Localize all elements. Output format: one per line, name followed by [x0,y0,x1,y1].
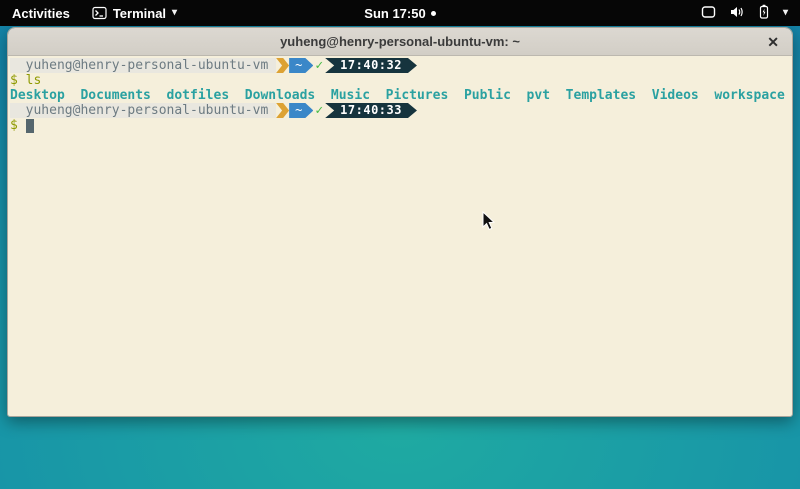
screen-icon [701,5,716,22]
powerline-directory-segment: ~ [289,103,313,118]
directory-item: Music [331,88,370,103]
window-titlebar[interactable]: yuheng@henry-personal-ubuntu-vm: ~ ✕ [8,28,792,56]
directory-listing: Desktop Documents dotfiles Downloads Music Pi… [10,88,790,103]
chevron-down-icon: ▾ [172,8,177,18]
directory-item: Pictures [386,88,449,103]
volume-icon [729,5,745,22]
activities-button[interactable]: Activities [0,0,82,26]
battery-icon [758,4,770,22]
directory-item: Videos [652,88,699,103]
prompt-line-1: yuheng@henry-personal-ubuntu-vm ~✓17:40:… [10,58,790,73]
directory-item: Public [464,88,511,103]
app-menu-label: Terminal [113,6,166,21]
terminal-window: yuheng@henry-personal-ubuntu-vm: ~ ✕ yuh… [7,27,793,417]
prompt-username: yuheng@henry-personal-ubuntu-vm [10,103,276,118]
app-menu[interactable]: Terminal ▾ [82,0,187,26]
system-status-area[interactable]: ▾ [689,0,800,26]
powerline-chevron-icon [276,58,289,73]
prompt-line-2: yuheng@henry-personal-ubuntu-vm ~✓17:40:… [10,103,790,118]
directory-item: dotfiles [167,88,230,103]
activities-label: Activities [12,6,70,21]
prompt-symbol: $ [10,118,26,133]
terminal-content[interactable]: yuheng@henry-personal-ubuntu-vm ~✓17:40:… [8,56,792,416]
desktop-background: Activities Terminal ▾ Sun 17:50 ▾ [0,0,800,489]
terminal-icon [92,6,107,20]
command-text: ls [26,73,42,88]
command-line: $ ls [10,73,790,88]
terminal-cursor [26,119,34,133]
close-icon[interactable]: ✕ [767,35,779,49]
powerline-chevron-icon [276,103,289,118]
powerline-time-segment: 17:40:33 [325,103,417,118]
cursor-line: $ [10,118,790,133]
directory-item: Documents [80,88,150,103]
directory-item: Downloads [245,88,315,103]
top-bar: Activities Terminal ▾ Sun 17:50 ▾ [0,0,800,26]
prompt-username: yuheng@henry-personal-ubuntu-vm [10,58,276,73]
notification-dot-icon [431,11,436,16]
window-title: yuheng@henry-personal-ubuntu-vm: ~ [280,34,520,49]
directory-item: Desktop [10,88,65,103]
powerline-directory-segment: ~ [289,58,313,73]
directory-item: workspace [714,88,784,103]
directory-item: pvt [527,88,550,103]
directory-item: Templates [566,88,636,103]
powerline-time-segment: 17:40:32 [325,58,417,73]
system-menu-chevron-down-icon: ▾ [783,8,788,18]
status-check-icon: ✓ [313,103,325,118]
prompt-symbol: $ [10,73,26,88]
clock[interactable]: Sun 17:50 [364,6,425,21]
status-check-icon: ✓ [313,58,325,73]
